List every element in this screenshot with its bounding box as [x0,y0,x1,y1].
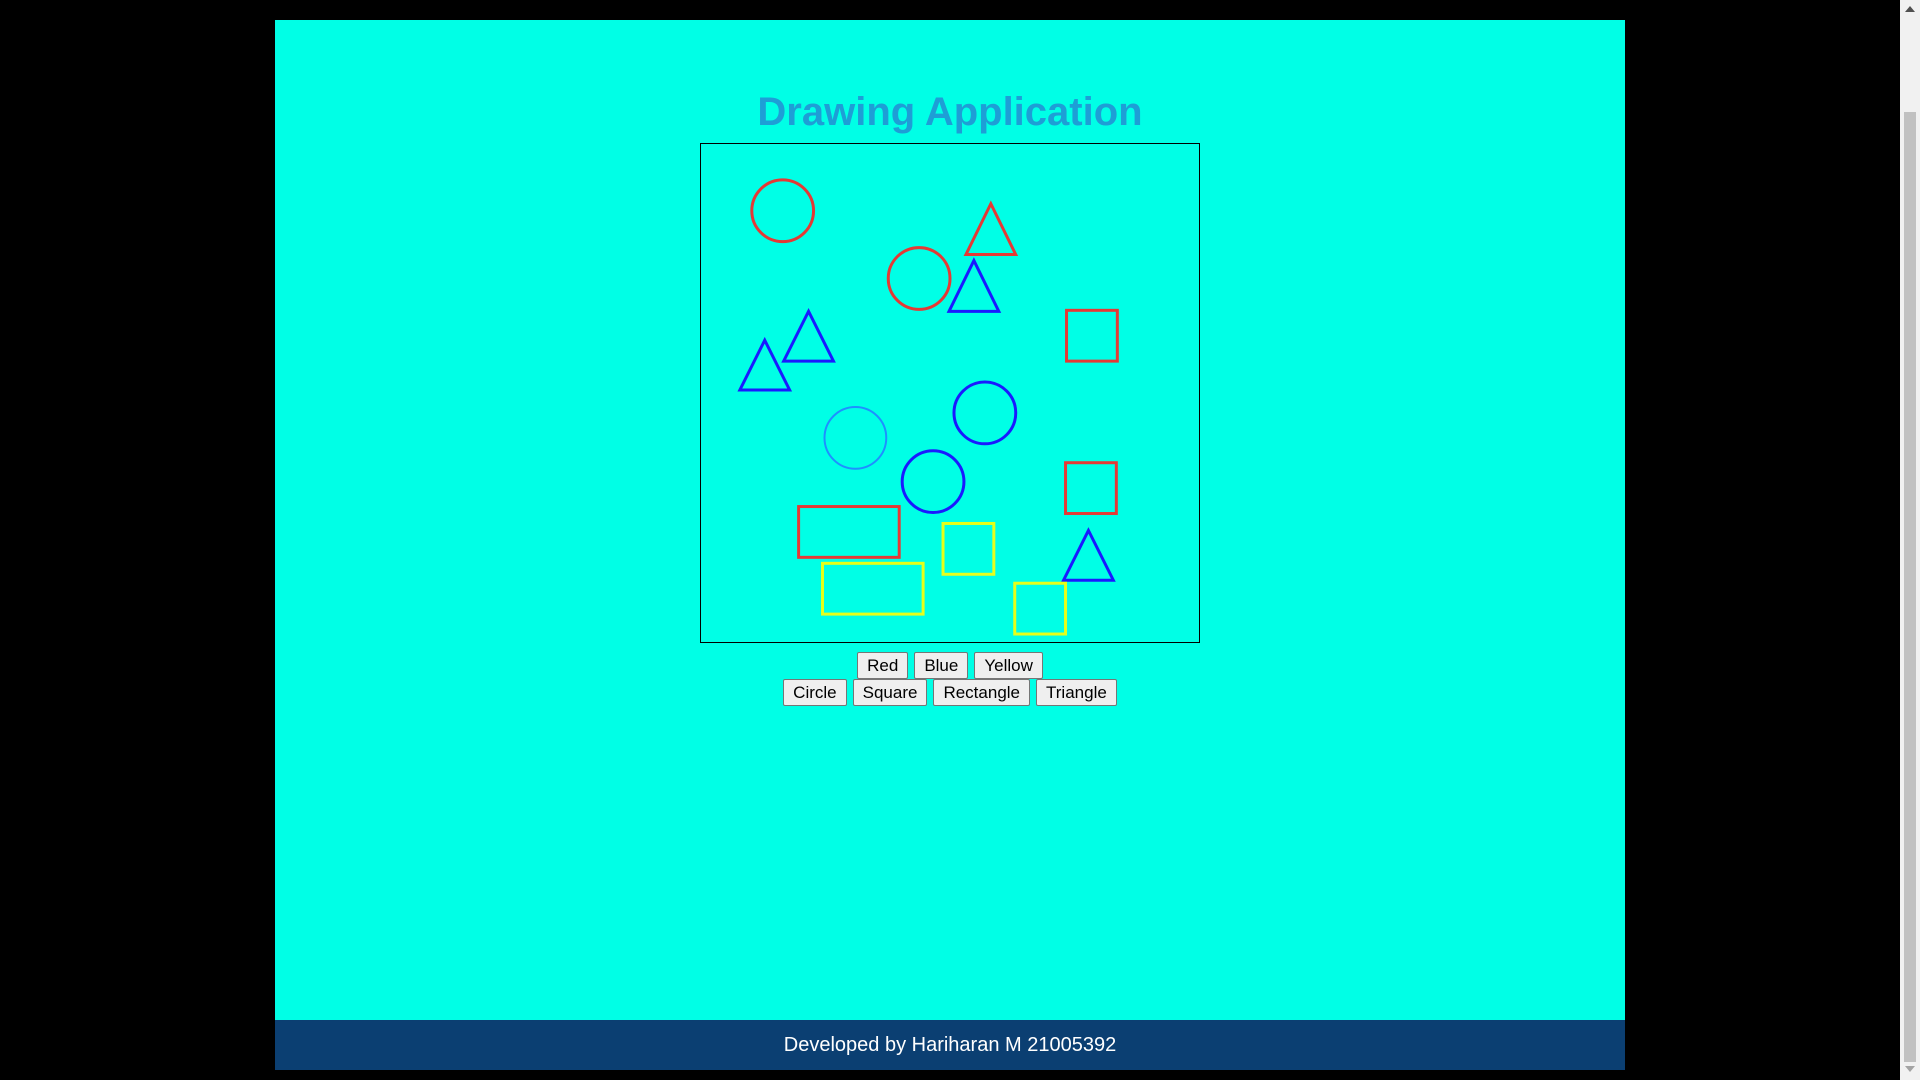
circle-button[interactable]: Circle [783,679,847,706]
blue-button[interactable]: Blue [914,652,969,679]
vertical-scrollbar[interactable] [1900,0,1920,1080]
drawn-light-blue-circle [823,405,888,470]
square-button[interactable]: Square [852,679,928,706]
page-title: Drawing Application [757,90,1143,134]
drawn-blue-triangle [946,257,1002,313]
red-button[interactable]: Red [857,652,909,679]
drawn-red-rectangle [797,505,901,559]
rectangle-button[interactable]: Rectangle [933,679,1031,706]
footer: Developed by Hariharan M 21005392 [275,1020,1625,1070]
drawn-yellow-rectangle [821,561,925,616]
yellow-button[interactable]: Yellow [974,652,1043,679]
scroll-up-arrow-icon[interactable] [1905,6,1915,12]
drawn-red-circle [886,246,952,311]
drawn-blue-circle [952,380,1018,446]
color-button-row: Red Blue Yellow [275,652,1625,679]
drawn-blue-circle [900,449,966,515]
drawn-blue-triangle [737,336,793,392]
app-page: Drawing Application Red Blue Yellow Circ… [275,20,1625,1070]
drawn-yellow-square [1013,581,1068,636]
triangle-button[interactable]: Triangle [1036,679,1117,706]
drawn-red-circle [750,178,816,244]
drawn-blue-triangle [1061,527,1116,582]
drawn-yellow-square [941,521,996,576]
shape-button-row: Circle Square Rectangle Triangle [275,679,1625,706]
scroll-thumb[interactable] [1904,112,1916,1062]
drawing-canvas[interactable] [700,143,1200,643]
canvas-surface[interactable] [701,144,1199,642]
drawn-red-triangle [963,200,1019,257]
scroll-down-arrow-icon[interactable] [1905,1066,1915,1072]
drawn-red-square [1065,308,1119,363]
drawn-red-square [1064,461,1118,516]
drawn-blue-triangle [781,307,836,363]
